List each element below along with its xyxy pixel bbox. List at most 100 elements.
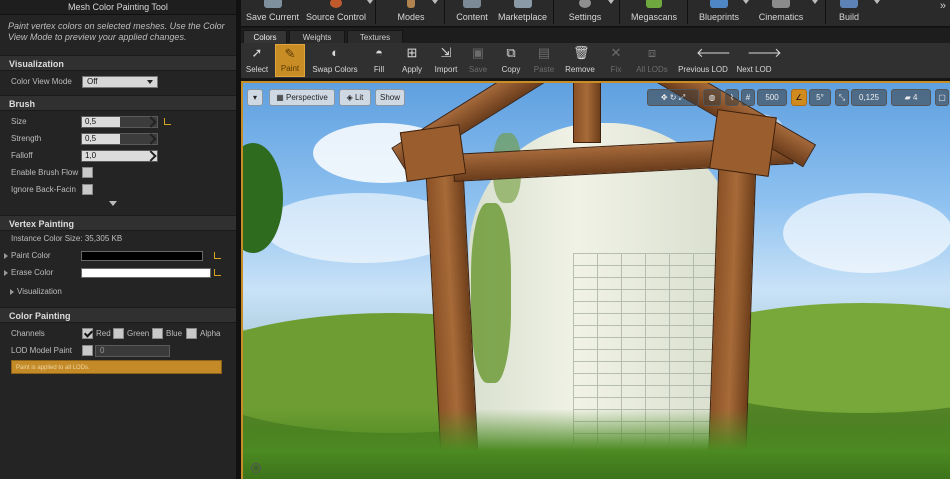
lod-index-value: 0 bbox=[100, 346, 105, 355]
arrow-left-icon: 🡐 bbox=[696, 45, 731, 60]
chevron-down-icon[interactable] bbox=[874, 0, 880, 4]
size-input[interactable]: 0,5 bbox=[81, 116, 158, 128]
tab-colors[interactable]: Colors bbox=[243, 30, 287, 43]
falloff-input[interactable]: 1,0 bbox=[81, 150, 158, 162]
tab-textures[interactable]: Textures bbox=[347, 30, 403, 43]
previous-lod-button[interactable]: 🡐 Previous LOD bbox=[675, 44, 731, 77]
transform-tools-group[interactable]: ✥ ↻ ⤢ bbox=[647, 89, 699, 106]
blue-channel-checkbox[interactable] bbox=[152, 328, 163, 339]
build-label: Build bbox=[838, 12, 859, 22]
content-label: Content bbox=[456, 12, 488, 22]
fill-label: Fill bbox=[373, 65, 385, 74]
paste-button[interactable]: ▤ Paste bbox=[530, 44, 558, 77]
swap-colors-button[interactable]: ◐ Swap Colors bbox=[308, 44, 362, 77]
show-button[interactable]: Show bbox=[375, 89, 405, 106]
build-button[interactable]: Build bbox=[833, 0, 865, 26]
ignore-backface-checkbox[interactable] bbox=[82, 184, 93, 195]
copy-button[interactable]: ⧉ Copy bbox=[498, 44, 524, 77]
surface-snap-icon: ⌇ bbox=[730, 93, 734, 102]
lit-button[interactable]: ◈ Lit bbox=[339, 89, 371, 106]
perspective-button[interactable]: ▦ Perspective bbox=[269, 89, 335, 106]
marketplace-button[interactable]: Marketplace bbox=[495, 0, 550, 26]
blueprint-icon bbox=[710, 0, 728, 8]
alpha-channel-checkbox[interactable] bbox=[186, 328, 197, 339]
enable-brush-flow-checkbox[interactable] bbox=[82, 167, 93, 178]
select-button[interactable]: ➚ Select bbox=[243, 44, 271, 77]
import-button[interactable]: ⇲ Import bbox=[430, 44, 462, 77]
blueprints-button[interactable]: Blueprints bbox=[697, 0, 741, 26]
reset-default-icon[interactable] bbox=[164, 118, 171, 125]
erase-color-swatch[interactable] bbox=[81, 268, 211, 278]
paint-tools-toolbar: ➚ Select ✎ Paint ◐ Swap Colors ◓ Fill ⊞ … bbox=[241, 43, 950, 79]
scale-snap-toggle[interactable]: ⤡ bbox=[835, 89, 849, 106]
megascans-button[interactable]: Megascans bbox=[626, 0, 682, 26]
clapperboard-icon bbox=[772, 0, 790, 8]
source-control-label: Source Control bbox=[305, 12, 367, 22]
camera-speed-value: 4 bbox=[912, 93, 918, 102]
green-channel-checkbox[interactable] bbox=[113, 328, 124, 339]
world-local-toggle[interactable]: ◍ bbox=[703, 89, 721, 106]
save-current-button[interactable]: Save Current bbox=[244, 0, 301, 26]
fix-button[interactable]: ✕ Fix bbox=[606, 44, 626, 77]
rotation-snap-value[interactable]: 5° bbox=[809, 89, 831, 106]
more-options-icon[interactable]: » bbox=[940, 0, 946, 12]
strength-input[interactable]: 0,5 bbox=[81, 133, 158, 145]
expand-arrow-icon[interactable] bbox=[4, 270, 8, 276]
reset-default-icon[interactable] bbox=[214, 252, 221, 259]
chevron-down-icon[interactable] bbox=[743, 0, 749, 4]
all-lods-icon: ⧈ bbox=[647, 45, 657, 60]
reset-default-icon[interactable] bbox=[214, 269, 221, 276]
section-visualization[interactable]: Visualization bbox=[0, 55, 236, 71]
scale-snap-value[interactable]: 0,125 bbox=[851, 89, 887, 106]
section-vertex-painting[interactable]: Vertex Painting bbox=[0, 215, 236, 231]
ivy bbox=[471, 203, 511, 383]
red-channel-checkbox[interactable] bbox=[82, 328, 93, 339]
tab-weights[interactable]: Weights bbox=[289, 30, 345, 43]
falloff-value: 1,0 bbox=[85, 151, 97, 160]
section-brush[interactable]: Brush bbox=[0, 95, 236, 111]
paint-color-swatch[interactable] bbox=[81, 251, 203, 261]
select-label: Select bbox=[245, 65, 269, 74]
lod-model-paint-checkbox[interactable] bbox=[82, 345, 93, 356]
camera-speed-button[interactable]: ▰ 4 bbox=[891, 89, 931, 106]
modes-icon bbox=[407, 0, 415, 8]
all-lods-button[interactable]: ⧈ All LODs bbox=[633, 44, 671, 77]
rotation-snap-toggle[interactable]: ∠ bbox=[791, 89, 807, 106]
maximize-viewport-button[interactable]: ▢ bbox=[935, 89, 949, 106]
chevron-down-icon[interactable] bbox=[432, 0, 438, 4]
paint-button[interactable]: ✎ Paint bbox=[275, 44, 305, 77]
perspective-icon: ▦ bbox=[276, 93, 286, 102]
blue-channel-label: Blue bbox=[166, 329, 183, 338]
advanced-expander[interactable] bbox=[0, 199, 236, 209]
settings-button[interactable]: Settings bbox=[563, 0, 607, 26]
modes-button[interactable]: Modes bbox=[389, 0, 433, 26]
surface-snap-toggle[interactable]: ⌇ bbox=[725, 89, 739, 106]
color-view-mode-dropdown[interactable]: Off bbox=[82, 76, 158, 88]
chevron-down-icon[interactable] bbox=[367, 0, 373, 4]
source-control-button[interactable]: Source Control bbox=[304, 0, 368, 26]
chevron-down-icon[interactable] bbox=[812, 0, 818, 4]
next-lod-button[interactable]: 🡒 Next LOD bbox=[734, 44, 781, 77]
lod-index-input[interactable]: 0 bbox=[95, 345, 170, 357]
save-button[interactable]: ▣ Save bbox=[466, 44, 490, 77]
section-color-painting[interactable]: Color Painting bbox=[0, 307, 236, 323]
expand-arrow-icon[interactable] bbox=[4, 253, 8, 259]
chevron-down-icon[interactable] bbox=[608, 0, 614, 4]
vertex-visualization-label[interactable]: Visualization bbox=[17, 287, 62, 296]
remove-button[interactable]: 🗑 Remove bbox=[563, 44, 597, 77]
grid-snap-value[interactable]: 500 bbox=[757, 89, 787, 106]
viewport-options-button[interactable]: ▾ bbox=[247, 89, 263, 106]
grid-snap-toggle[interactable]: # bbox=[741, 89, 755, 106]
ignore-backface-label: Ignore Back-Facin bbox=[11, 185, 76, 194]
content-button[interactable]: Content bbox=[452, 0, 492, 26]
lod-warning-bar: Paint is applied to all LODs. bbox=[11, 360, 222, 374]
gear-icon bbox=[579, 0, 591, 8]
apply-button[interactable]: ⊞ Apply bbox=[398, 44, 426, 77]
expand-arrow-icon[interactable] bbox=[10, 289, 14, 295]
mesh-paint-panel: Mesh Color Painting Tool Paint vertex co… bbox=[0, 0, 236, 479]
cinematics-button[interactable]: Cinematics bbox=[757, 0, 805, 26]
apply-icon: ⊞ bbox=[406, 45, 418, 60]
fill-button[interactable]: ◓ Fill bbox=[367, 44, 391, 77]
level-viewport[interactable]: ▾ ▦ Perspective ◈ Lit Show ✥ ↻ ⤢ ◍ ⌇ # 5… bbox=[241, 81, 950, 479]
wrench-icon: ✕ bbox=[610, 45, 622, 60]
